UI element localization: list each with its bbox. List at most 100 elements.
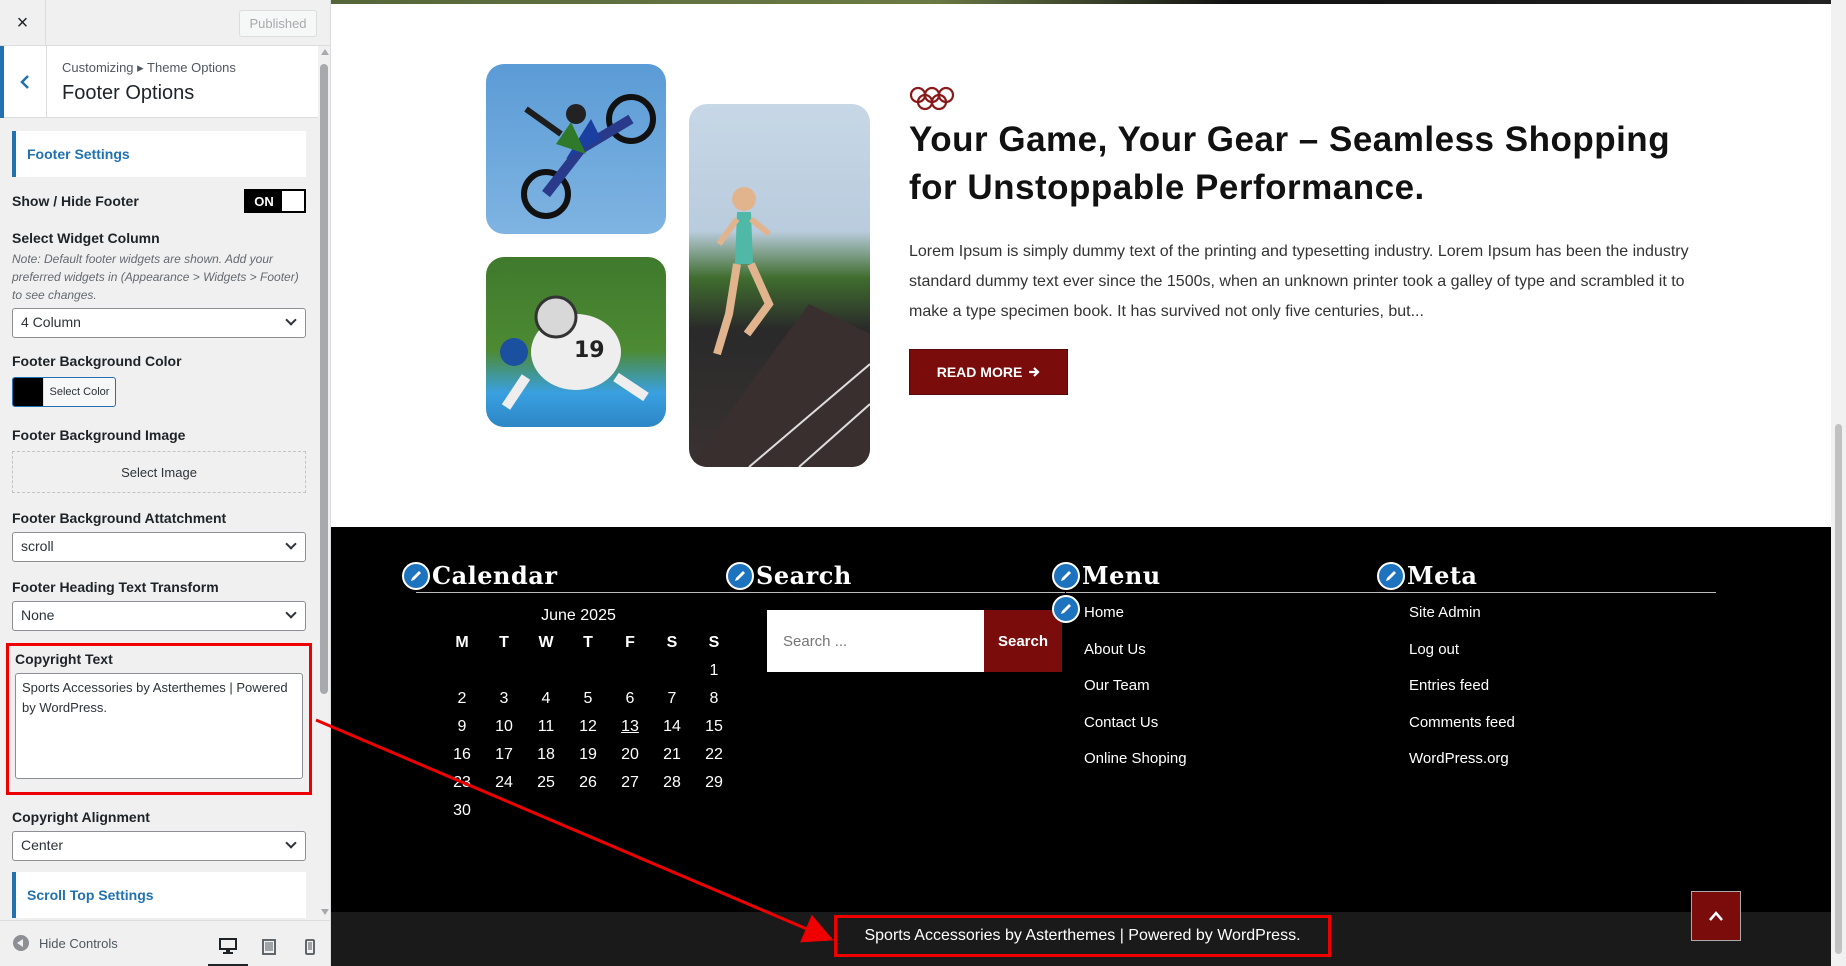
chevron-left-icon <box>20 75 29 89</box>
menu-link[interactable]: About Us <box>1084 641 1391 678</box>
preview-desktop-button[interactable] <box>208 927 248 966</box>
bg-attachment-label: Footer Background Attatchment <box>12 510 227 526</box>
football-player-photo: 19 <box>486 257 666 427</box>
search-button[interactable]: Search <box>984 610 1062 672</box>
meta-link[interactable]: Comments feed <box>1409 714 1716 751</box>
copyright-highlight-box: Copyright Text <box>6 643 312 795</box>
preview-scrollbar[interactable] <box>1831 0 1846 966</box>
calendar-day[interactable]: 13 <box>609 713 651 741</box>
calendar-day: 18 <box>537 746 555 763</box>
menu-link[interactable]: Home <box>1084 604 1391 641</box>
copyright-alignment-select[interactable]: Center <box>12 831 306 861</box>
runner-photo <box>689 104 870 467</box>
calendar-day: 10 <box>495 718 513 735</box>
select-color-button[interactable]: Select Color <box>12 377 116 407</box>
calendar-day: 21 <box>663 746 681 763</box>
controls-panel: Customizing ▸ Theme Options Footer Optio… <box>0 46 318 920</box>
scrollbar-thumb[interactable] <box>320 64 328 694</box>
calendar-weekday: S <box>708 634 720 651</box>
copyright-text-label: Copyright Text <box>15 651 113 667</box>
hero-title: Your Game, Your Gear – Seamless Shopping… <box>909 120 1671 207</box>
read-more-button[interactable]: READ MORE <box>909 349 1068 395</box>
back-button[interactable] <box>0 46 47 118</box>
copyright-text: Sports Accessories by Asterthemes | Powe… <box>864 927 1301 944</box>
chevron-down-icon <box>285 607 297 619</box>
calendar-day: 30 <box>453 802 471 819</box>
calendar-day: 16 <box>453 746 471 763</box>
meta-link[interactable]: Entries feed <box>1409 677 1716 714</box>
select-image-button[interactable]: Select Image <box>12 451 306 493</box>
bg-attachment-select[interactable]: scroll <box>12 532 306 562</box>
meta-link[interactable]: WordPress.org <box>1409 750 1716 787</box>
olympic-rings-icon <box>909 86 955 111</box>
calendar-weekday: T <box>499 634 509 651</box>
edit-widget-pencil-icon[interactable] <box>1052 561 1080 590</box>
read-more-label: READ MORE <box>936 364 1023 380</box>
search-input[interactable] <box>767 610 984 672</box>
hero-description: Lorem Ipsum is simply dummy text of the … <box>909 243 1689 320</box>
calendar-day <box>525 657 567 685</box>
calendar-table: MTWTFSS 1 2 3 4 5 6 7 8 9 10 11 12 13 14 15 16 17 18 19 20 2… <box>441 629 735 825</box>
calendar-day: 26 <box>579 774 597 791</box>
calendar-day <box>693 797 735 825</box>
meta-widget-title: Meta <box>1407 561 1478 590</box>
preview-scrollbar-thumb[interactable] <box>1835 424 1842 954</box>
meta-link[interactable]: Log out <box>1409 641 1716 678</box>
chevron-down-icon <box>285 314 297 326</box>
menu-widget-title: Menu <box>1082 561 1161 590</box>
preview-tablet-button[interactable] <box>249 927 289 966</box>
edit-widget-pencil-icon[interactable] <box>402 561 430 590</box>
scroll-up-arrow-icon[interactable] <box>321 49 329 55</box>
heading-transform-value: None <box>21 607 55 623</box>
close-customizer-button[interactable]: × <box>0 0 46 46</box>
menu-link[interactable]: Contact Us <box>1084 714 1391 751</box>
hide-controls-button[interactable]: Hide Controls <box>13 935 118 951</box>
calendar-day: 22 <box>705 746 723 763</box>
scroll-to-top-button[interactable] <box>1691 891 1741 941</box>
search-form: Search <box>767 610 1065 672</box>
calendar-day: 15 <box>705 718 723 735</box>
calendar-week-row: 23 24 25 26 27 28 29 <box>441 769 735 797</box>
calendar-day: 1 <box>709 662 719 679</box>
calendar-day: 6 <box>625 690 635 707</box>
edit-widget-pencil-icon[interactable] <box>1377 561 1405 590</box>
show-hide-footer-label: Show / Hide Footer <box>12 193 139 209</box>
site-footer: Calendar June 2025 MTWTFSS 1 2 3 4 5 6 7 8 9 10 11… <box>331 527 1831 912</box>
calendar-day: 23 <box>453 774 471 791</box>
calendar-day <box>525 797 567 825</box>
calendar-day: 11 <box>537 718 555 735</box>
calendar-week-row: 1 <box>441 657 735 685</box>
meta-widget: Meta Site Admin Log out Entries feed Commen… <box>1377 559 1716 787</box>
calendar-week-row: 30 <box>441 797 735 825</box>
sidebar-scrollbar[interactable] <box>318 46 330 920</box>
calendar-widget-title: Calendar <box>432 561 558 590</box>
calendar-widget: Calendar June 2025 MTWTFSS 1 2 3 4 5 6 7 8 9 10 11… <box>402 559 741 825</box>
calendar-week-row: 2 3 4 5 6 7 8 <box>441 685 735 713</box>
calendar-day <box>567 657 609 685</box>
section-header: Customizing ▸ Theme Options Footer Optio… <box>0 46 318 118</box>
calendar-day: 8 <box>709 690 719 707</box>
meta-list: Site Admin Log out Entries feed Comments fe… <box>1409 604 1716 787</box>
calendar-day <box>609 797 651 825</box>
edit-menu-pencil-icon[interactable] <box>1052 595 1080 623</box>
calendar-day <box>651 797 693 825</box>
widget-column-label: Select Widget Column <box>12 230 160 246</box>
arrow-right-icon <box>1029 367 1040 377</box>
edit-widget-pencil-icon[interactable] <box>726 561 754 590</box>
show-footer-toggle[interactable]: ON <box>244 189 306 213</box>
copyright-alignment-value: Center <box>21 837 64 853</box>
customizer-header: × Published <box>0 0 330 46</box>
menu-link[interactable]: Online Shoping <box>1084 750 1391 787</box>
publish-button[interactable]: Published <box>239 10 317 37</box>
widget-column-select[interactable]: 4 Column <box>12 308 306 338</box>
heading-transform-select[interactable]: None <box>12 601 306 631</box>
search-widget-title: Search <box>756 561 852 590</box>
copyright-textarea[interactable] <box>15 673 303 779</box>
breadcrumb: Customizing ▸ Theme Options <box>62 60 236 75</box>
calendar-day: 4 <box>541 690 551 707</box>
preview-mobile-button[interactable] <box>290 927 330 966</box>
menu-link[interactable]: Our Team <box>1084 677 1391 714</box>
scroll-down-arrow-icon[interactable] <box>321 909 329 915</box>
chevron-up-icon <box>1709 911 1723 921</box>
meta-link[interactable]: Site Admin <box>1409 604 1716 641</box>
